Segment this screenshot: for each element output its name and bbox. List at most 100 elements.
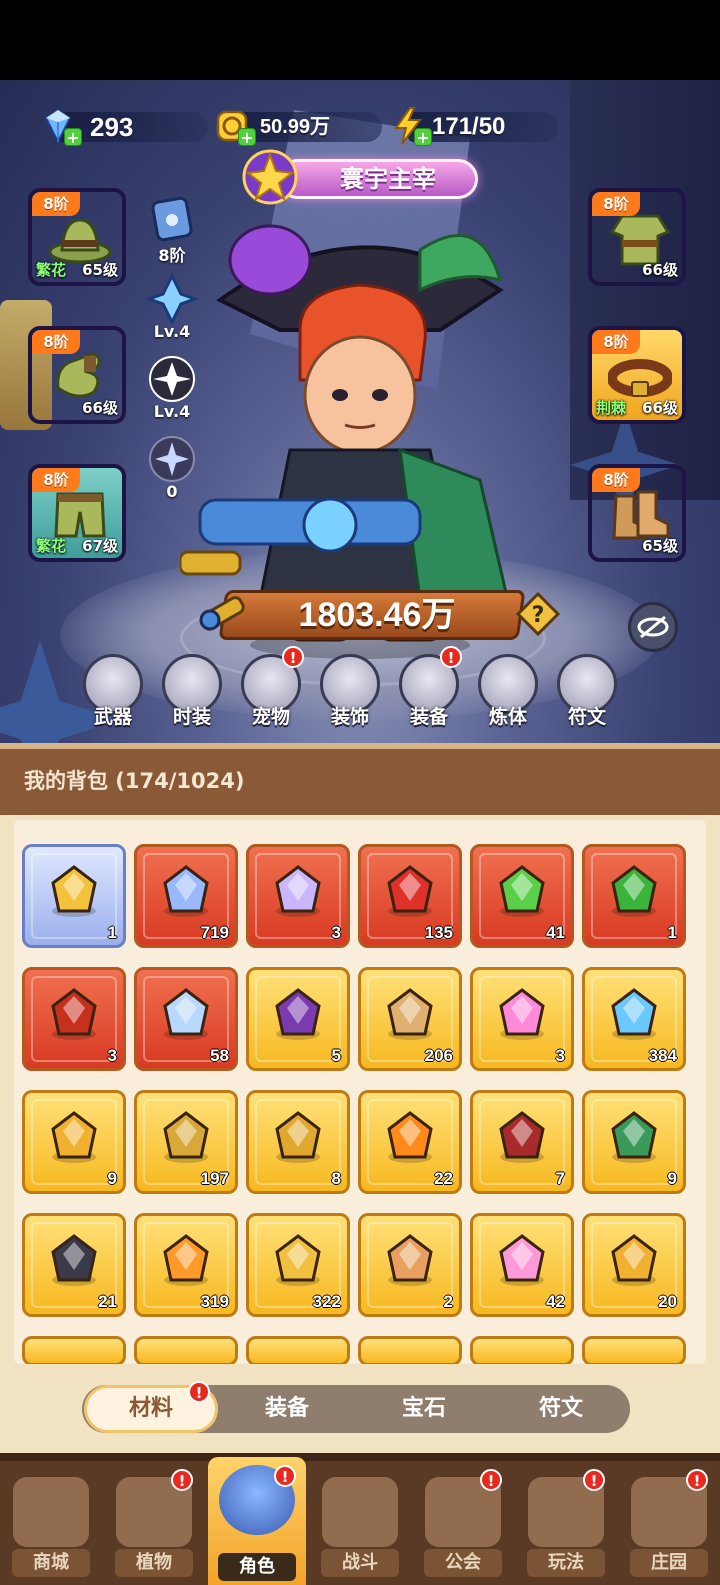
tab-equipment[interactable]: 装备 — [220, 1385, 354, 1433]
add-energy-button[interactable]: + — [414, 128, 432, 147]
heart-wing-icon — [491, 984, 553, 1046]
energy-resource[interactable]: + 171/50 — [386, 107, 558, 147]
book-icon — [379, 984, 441, 1046]
status-bar — [0, 0, 720, 80]
pet-button[interactable]: 宠物 ! — [236, 646, 306, 734]
bag-item[interactable] — [470, 1336, 574, 1364]
slot-set-label: 繁花 — [36, 537, 67, 555]
bag-item[interactable]: 22 — [358, 1090, 462, 1194]
bag-item[interactable]: 9 — [22, 1090, 126, 1194]
bag-item[interactable]: 3 — [470, 967, 574, 1071]
weapon-button[interactable]: 武器 — [78, 654, 148, 734]
bag-item[interactable]: 9 — [582, 1090, 686, 1194]
notification-badge: ! — [282, 646, 304, 668]
bag-item[interactable]: 58 — [134, 967, 238, 1071]
equipment-slot-boots[interactable]: 8阶 65级 — [588, 464, 686, 562]
equipment-slot-coat[interactable]: 8阶 66级 — [588, 188, 686, 286]
nav-item[interactable]: 角色! — [208, 1457, 306, 1585]
nav-item[interactable]: 公会! — [414, 1469, 512, 1581]
bag-item[interactable]: 206 — [358, 967, 462, 1071]
nav-item[interactable]: 庄园! — [620, 1469, 718, 1581]
red-tome-icon — [491, 1107, 553, 1169]
eye-off-icon — [637, 615, 669, 639]
bag-item[interactable] — [358, 1336, 462, 1364]
sigil-stat[interactable]: Lv.4 — [142, 352, 202, 421]
equipment-slot-hat[interactable]: 8阶 繁花 65级 — [28, 188, 126, 286]
slot-level-label: 66级 — [642, 399, 678, 417]
function-label: 装饰 — [330, 706, 369, 728]
bag-item[interactable]: 3 — [22, 967, 126, 1071]
help-icon[interactable]: ? — [515, 591, 561, 637]
bag-item-count: 1 — [667, 923, 677, 942]
bag-item[interactable]: 3 — [246, 844, 350, 948]
bag-item[interactable]: 7 — [470, 1090, 574, 1194]
background-curtain — [570, 80, 720, 500]
bag-item[interactable]: 42 — [470, 1213, 574, 1317]
bag-item[interactable]: 8 — [246, 1090, 350, 1194]
equipment-slot-belt[interactable]: 8阶 荆棘 66级 — [588, 326, 686, 424]
wrench-icon — [192, 584, 250, 642]
add-diamond-button[interactable]: + — [64, 128, 82, 147]
costume-button[interactable]: 时装 — [157, 654, 227, 734]
tab-runes[interactable]: 符文 — [494, 1385, 628, 1433]
bag-item[interactable]: 384 — [582, 967, 686, 1071]
equipment-button[interactable]: 装备 ! — [394, 646, 464, 734]
bag-grid: 1 719 3 135 41 1 3 58 5 206 3 384 9 197 8 22 7 9 21 319 322 2… — [14, 820, 706, 1364]
nav-item[interactable]: 战斗 — [311, 1469, 409, 1581]
bag-title: 我的背包 (174/1024) — [24, 769, 245, 793]
bag-item[interactable]: 5 — [246, 967, 350, 1071]
bag-item[interactable]: 1 — [582, 844, 686, 948]
bag-item-count: 3 — [107, 1046, 117, 1065]
combat-power: 1803.46万 ? — [192, 580, 562, 648]
bag-item[interactable]: 1 — [22, 844, 126, 948]
slot-tier-label: 8阶 — [592, 192, 640, 216]
fire-prism-icon — [379, 1107, 441, 1169]
orange-potion-icon — [155, 1230, 217, 1292]
gold-count: 50.99万 — [260, 116, 331, 138]
slot-set-label: 荆棘 — [596, 399, 627, 417]
bag-item[interactable]: 21 — [22, 1213, 126, 1317]
equipment-slot-pants[interactable]: 8阶 繁花 67级 — [28, 464, 126, 562]
skull-scroll-icon — [267, 984, 329, 1046]
decoration-button[interactable]: 装饰 — [315, 654, 385, 734]
nav-item[interactable]: 商城 — [2, 1469, 100, 1581]
slot-tier-label: 8阶 — [592, 330, 640, 354]
equipment-slot-gloves[interactable]: 8阶 66级 — [28, 326, 126, 424]
spark-stat[interactable]: 0 — [142, 432, 202, 501]
potion-vial-icon — [43, 861, 105, 923]
bag-item[interactable] — [246, 1336, 350, 1364]
bag-item[interactable]: 41 — [470, 844, 574, 948]
bag-item[interactable]: 197 — [134, 1090, 238, 1194]
bag-item[interactable]: 20 — [582, 1213, 686, 1317]
add-gold-button[interactable]: + — [238, 128, 256, 147]
bottom-navigation: 商城 植物! 角色! 战斗 公会! 玩法! 庄园! — [0, 1453, 720, 1585]
bag-item[interactable]: 2 — [358, 1213, 462, 1317]
svg-text:?: ? — [532, 603, 545, 628]
rune-button[interactable]: 符文 — [552, 654, 622, 734]
tab-label: 符文 — [538, 1396, 583, 1421]
slot-tier-label: 8阶 — [32, 192, 80, 216]
hide-ui-button[interactable] — [628, 602, 678, 652]
tab-label: 材料 — [128, 1396, 173, 1421]
tab-gems[interactable]: 宝石 — [357, 1385, 491, 1433]
nav-item[interactable]: 玩法! — [517, 1469, 615, 1581]
bag-item[interactable]: 322 — [246, 1213, 350, 1317]
tab-label: 宝石 — [401, 1396, 446, 1421]
bag-item[interactable]: 719 — [134, 844, 238, 948]
gold-resource[interactable]: + 50.99万 — [210, 110, 382, 147]
crystal-stat[interactable]: Lv.4 — [142, 272, 202, 341]
purple-key-icon — [155, 1107, 217, 1169]
bag-item-count: 41 — [546, 923, 565, 942]
bag-item[interactable]: 135 — [358, 844, 462, 948]
bag-item[interactable] — [22, 1336, 126, 1364]
diamond-resource[interactable]: + 293 — [36, 108, 208, 147]
bag-item[interactable] — [134, 1336, 238, 1364]
tier-stat[interactable]: 8阶 — [142, 192, 202, 266]
bag-item[interactable] — [582, 1336, 686, 1364]
nav-label: 角色 — [218, 1553, 296, 1581]
bag-item-count: 197 — [200, 1169, 229, 1188]
bag-item[interactable]: 319 — [134, 1213, 238, 1317]
nav-item[interactable]: 植物! — [105, 1469, 203, 1581]
blue-star-icon — [603, 984, 665, 1046]
body-training-button[interactable]: 炼体 — [473, 654, 543, 734]
